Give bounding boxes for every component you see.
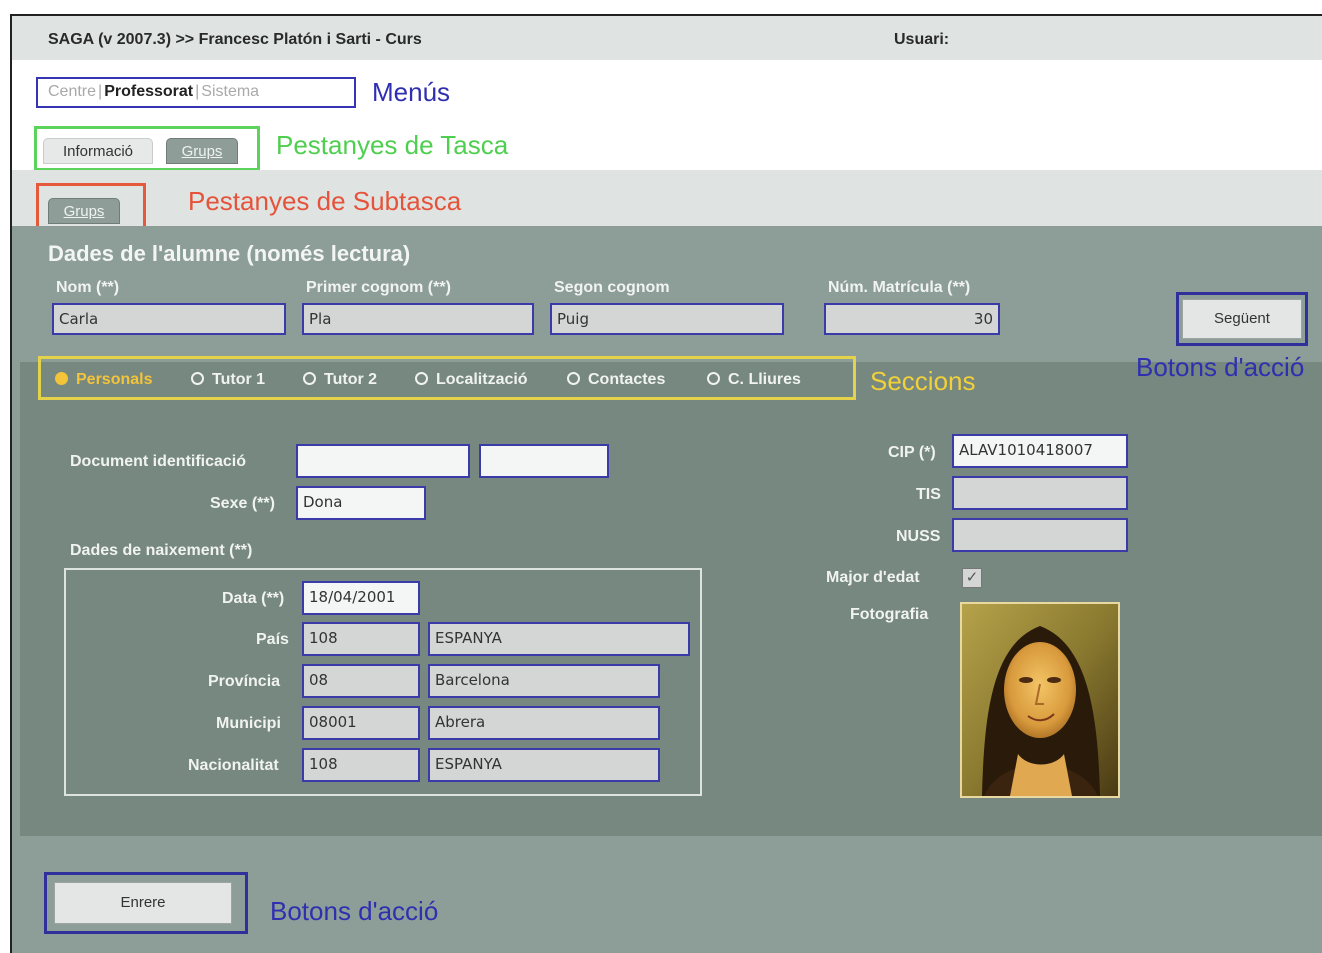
radio-icon bbox=[567, 372, 580, 385]
cip-label: CIP (*) bbox=[888, 444, 936, 461]
birth-date-field[interactable]: 18/04/2001 bbox=[302, 581, 420, 615]
major-checkbox[interactable]: ✓ bbox=[962, 568, 982, 588]
nationality-label: Nacionalitat bbox=[188, 757, 279, 774]
checkmark-icon: ✓ bbox=[965, 569, 979, 586]
birth-country-label: País bbox=[256, 631, 289, 648]
section-lliures[interactable]: C. Lliures bbox=[707, 371, 801, 389]
birth-province-name-field[interactable]: Barcelona bbox=[428, 664, 660, 698]
matricula-field[interactable]: 30 bbox=[824, 303, 1000, 335]
section-tutor2[interactable]: Tutor 2 bbox=[303, 371, 377, 389]
title-bar: SAGA (v 2007.3) >> Francesc Platón i Sar… bbox=[12, 16, 1322, 60]
document-type-field[interactable] bbox=[296, 444, 470, 478]
menu-item-centre[interactable]: Centre bbox=[48, 83, 96, 100]
main-menu: Centre | Professorat | Sistema bbox=[36, 77, 356, 108]
birth-country-code-field[interactable]: 108 bbox=[302, 622, 420, 656]
section-tutor1-label: Tutor 1 bbox=[212, 371, 266, 388]
radio-icon bbox=[707, 372, 720, 385]
nationality-code-field[interactable]: 108 bbox=[302, 748, 420, 782]
birth-date-label: Data (**) bbox=[222, 590, 285, 607]
primer-cognom-label: Primer cognom (**) bbox=[306, 279, 451, 296]
task-tabs-annotation: Pestanyes de Tasca bbox=[276, 130, 509, 160]
task-tabs: Informació Grups bbox=[34, 126, 260, 171]
birth-province-label: Província bbox=[208, 673, 281, 690]
student-photo bbox=[960, 602, 1120, 798]
radio-selected-icon bbox=[55, 372, 68, 385]
nuss-field[interactable] bbox=[952, 518, 1128, 552]
major-label: Major d'edat bbox=[826, 569, 920, 586]
primer-cognom-field[interactable]: Pla bbox=[302, 303, 534, 335]
portrait-image bbox=[962, 604, 1118, 796]
cip-field[interactable]: ALAV1010418007 bbox=[952, 434, 1128, 468]
subtask-tabs-annotation: Pestanyes de Subtasca bbox=[188, 186, 462, 216]
sections-annotation: Seccions bbox=[870, 366, 976, 396]
radio-icon bbox=[415, 372, 428, 385]
student-header: Dades de l'alumne (només lectura) bbox=[48, 241, 411, 266]
segon-cognom-label: Segon cognom bbox=[554, 279, 670, 296]
actions-annotation-bottom: Botons d'acció bbox=[270, 896, 439, 926]
nom-field[interactable]: Carla bbox=[52, 303, 286, 335]
menu-item-sistema[interactable]: Sistema bbox=[201, 83, 259, 100]
photo-label: Fotografia bbox=[850, 606, 929, 623]
back-button[interactable]: Enrere bbox=[54, 882, 232, 924]
birth-municipality-label: Municipi bbox=[216, 715, 281, 732]
section-lliures-label: C. Lliures bbox=[728, 371, 801, 388]
tis-label: TIS bbox=[916, 486, 941, 503]
section-personals[interactable]: Personals bbox=[55, 371, 152, 389]
tab-informacio[interactable]: Informació bbox=[43, 138, 153, 164]
next-button[interactable]: Següent bbox=[1182, 299, 1302, 339]
nationality-name-field[interactable]: ESPANYA bbox=[428, 748, 660, 782]
sexe-label: Sexe (**) bbox=[210, 495, 275, 512]
section-tutor1[interactable]: Tutor 1 bbox=[191, 371, 265, 389]
app-title: SAGA (v 2007.3) >> Francesc Platón i Sar… bbox=[48, 31, 422, 48]
menus-annotation: Menús bbox=[372, 77, 451, 107]
segon-cognom-field[interactable]: Puig bbox=[550, 303, 784, 335]
nom-label: Nom (**) bbox=[56, 279, 120, 296]
tab-grups[interactable]: Grups bbox=[166, 138, 238, 164]
tis-field[interactable] bbox=[952, 476, 1128, 510]
radio-icon bbox=[303, 372, 316, 385]
birth-municipality-code-field[interactable]: 08001 bbox=[302, 706, 420, 740]
sexe-field[interactable]: Dona bbox=[296, 486, 426, 520]
nuss-label: NUSS bbox=[896, 528, 941, 545]
subtab-grups[interactable]: Grups bbox=[48, 198, 120, 224]
menu-separator: | bbox=[195, 83, 200, 100]
section-selector: Personals Tutor 1 Tutor 2 Localització C… bbox=[38, 356, 856, 400]
birth-province-code-field[interactable]: 08 bbox=[302, 664, 420, 698]
section-localitzacio[interactable]: Localització bbox=[415, 371, 528, 389]
birth-municipality-name-field[interactable]: Abrera bbox=[428, 706, 660, 740]
subtask-tabs: Grups bbox=[36, 183, 146, 230]
app-window: SAGA (v 2007.3) >> Francesc Platón i Sar… bbox=[10, 14, 1322, 953]
section-tutor2-label: Tutor 2 bbox=[324, 371, 378, 388]
matricula-label: Núm. Matrícula (**) bbox=[828, 279, 971, 296]
user-label: Usuari: bbox=[894, 31, 950, 48]
document-number-field[interactable] bbox=[479, 444, 609, 478]
menu-separator: | bbox=[98, 83, 103, 100]
section-contactes[interactable]: Contactes bbox=[567, 371, 665, 389]
birth-country-name-field[interactable]: ESPANYA bbox=[428, 622, 690, 656]
section-localitzacio-label: Localització bbox=[436, 371, 528, 388]
radio-icon bbox=[191, 372, 204, 385]
section-personals-label: Personals bbox=[76, 371, 153, 388]
document-label: Document identificació bbox=[70, 453, 247, 470]
birth-title: Dades de naixement (**) bbox=[70, 542, 253, 559]
section-contactes-label: Contactes bbox=[588, 371, 666, 388]
actions-annotation-top: Botons d'acció bbox=[1136, 352, 1305, 382]
menu-item-professorat[interactable]: Professorat bbox=[104, 83, 193, 100]
